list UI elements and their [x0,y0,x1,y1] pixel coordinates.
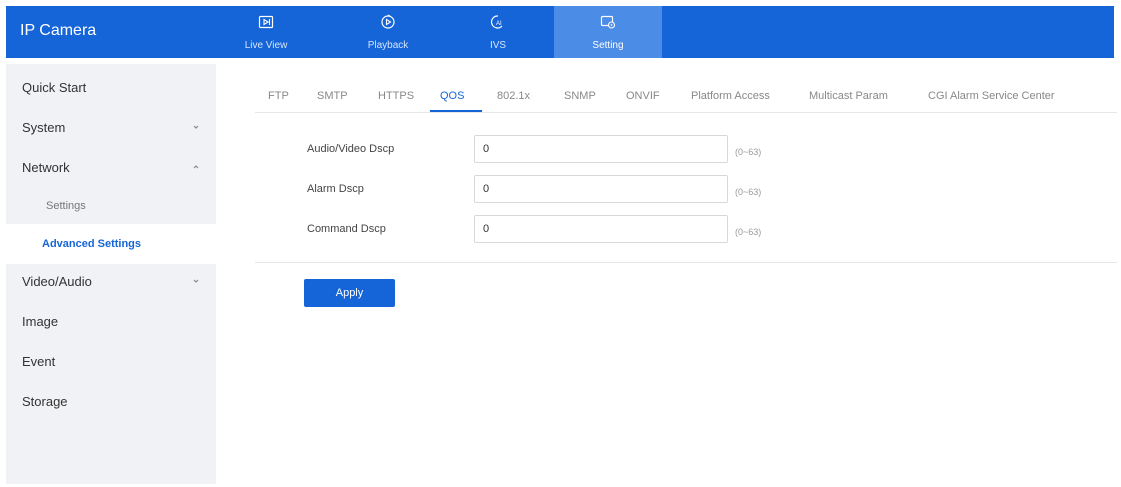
sidebar-item-event[interactable]: Event [6,342,216,382]
nav-playback-label: Playback [367,40,409,51]
sidebar-item-system[interactable]: System [6,108,216,148]
sidebar-subitem-label: Settings [46,200,86,212]
command-dscp-range: (0~63) [735,227,762,237]
sidebar-item-video-audio[interactable]: Video/Audio [6,262,216,302]
nav-ivs-label: IVS [489,40,507,51]
audio-video-dscp-range: (0~63) [735,147,762,157]
apply-button[interactable]: Apply [304,279,395,307]
tabs-divider [255,112,1117,113]
chevron-down-icon [190,275,202,287]
tab-onvif[interactable]: ONVIF [626,90,660,102]
setting-icon [554,14,662,34]
sidebar-item-label: Image [22,314,59,329]
nav-ivs[interactable]: AI IVS [444,6,552,58]
sidebar-item-label: Network [22,160,70,175]
chevron-up-icon [190,161,202,173]
sidebar-item-image[interactable]: Image [6,302,216,342]
nav-live-view[interactable]: Live View [212,6,320,58]
tab-8021x[interactable]: 802.1x [497,90,530,102]
sidebar-item-label: System [22,120,66,135]
command-dscp-input[interactable] [474,215,728,243]
audio-video-dscp-input[interactable] [474,135,728,163]
sidebar-item-network[interactable]: Network [6,148,216,188]
tab-cgi-alarm-service-center[interactable]: CGI Alarm Service Center [928,90,1055,102]
tab-qos[interactable]: QOS [440,90,464,102]
nav-setting[interactable]: Setting [554,6,662,58]
chevron-down-icon [190,121,202,133]
tab-snmp[interactable]: SNMP [564,90,596,102]
sidebar-item-storage[interactable]: Storage [6,382,216,422]
form-divider [255,262,1117,263]
sidebar-item-quick-start[interactable]: Quick Start [6,68,216,108]
playback-icon [334,14,442,34]
tab-platform-access[interactable]: Platform Access [691,90,770,102]
alarm-dscp-input[interactable] [474,175,728,203]
live-view-icon [212,14,320,34]
sidebar-item-label: Video/Audio [22,274,92,289]
sidebar-subitem-advanced-settings[interactable]: Advanced Settings [6,224,216,264]
sidebar-item-label: Quick Start [22,80,87,95]
tab-ftp[interactable]: FTP [268,90,289,102]
top-header: IP Camera Live View Playback AI IVS Sett… [6,6,1114,58]
audio-video-dscp-label: Audio/Video Dscp [307,143,395,155]
command-dscp-label: Command Dscp [307,223,386,235]
tab-smtp[interactable]: SMTP [317,90,348,102]
app-title: IP Camera [20,22,97,39]
nav-playback[interactable]: Playback [334,6,442,58]
sidebar-item-label: Storage [22,394,68,409]
svg-text:AI: AI [496,21,502,27]
nav-setting-label: Setting [592,40,624,51]
tab-multicast-param[interactable]: Multicast Param [809,90,888,102]
sidebar-subitem-settings[interactable]: Settings [6,186,216,226]
sidebar: Quick Start System Network Settings Adva… [6,64,216,484]
sidebar-item-label: Event [22,354,56,369]
tab-https[interactable]: HTTPS [378,90,414,102]
alarm-dscp-range: (0~63) [735,187,762,197]
nav-live-view-label: Live View [244,40,288,51]
ivs-ai-icon: AI [444,14,552,34]
alarm-dscp-label: Alarm Dscp [307,183,364,195]
sidebar-subitem-label: Advanced Settings [42,238,142,250]
